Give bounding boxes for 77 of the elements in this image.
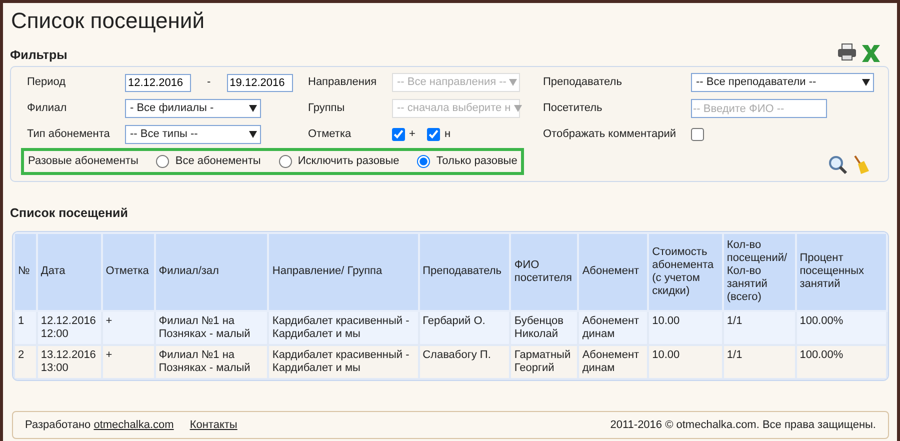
checkbox-label: н (444, 127, 451, 142)
field-label: Филиал (27, 101, 68, 116)
table-cell: + (102, 310, 155, 344)
table-cell: 2 (14, 344, 37, 378)
radio-label: Все абонементы (175, 154, 261, 169)
column-header: Абонемент (578, 232, 648, 310)
table-cell: Славабогу П. (418, 344, 510, 378)
field-label: Направления (308, 75, 378, 90)
table-cell: Абонемент динам (578, 310, 648, 344)
copyright-text: 2011-2016 © otmechalka.com. Все права защищены. (610, 418, 876, 432)
dropdown[interactable]: -- Все преподаватели -- (691, 73, 874, 92)
date-field[interactable]: 19.12.2016 (226, 74, 293, 92)
column-header: Преподаватель (418, 232, 510, 310)
table-cell: 1/1 (722, 310, 796, 344)
footer-text: Разработано (25, 418, 91, 430)
radio-label: Только разовые (436, 154, 518, 169)
column-header: Филиал/зал (154, 232, 268, 310)
table-cell: 100.00% (796, 310, 887, 344)
page-title: Список посещений (11, 7, 206, 35)
name-field[interactable]: -- Введите ФИО -- (691, 99, 827, 118)
date-field[interactable]: 12.12.2016 (125, 74, 191, 92)
checkbox[interactable] (691, 128, 704, 141)
caret-icon (509, 79, 518, 86)
field-label: Отображать комментарий (543, 127, 677, 142)
column-header: Кол-во посещений/ Кол-во занятий (всего) (722, 232, 796, 310)
printer-icon[interactable] (837, 43, 857, 61)
table-cell: 1/1 (722, 344, 796, 378)
column-header: Процент посещенных занятий (796, 232, 887, 310)
column-header: Направление/ Группа (268, 232, 419, 310)
field-label: Отметка (308, 127, 352, 142)
column-header: Дата (36, 232, 102, 310)
dropdown[interactable]: - Все филиалы - (125, 99, 261, 118)
table-cell: 100.00% (796, 344, 887, 378)
table-cell: 12.12.2016 12:00 (36, 310, 102, 344)
table-cell: Гербарий О. (418, 310, 510, 344)
radio-button[interactable] (417, 154, 430, 168)
column-header: Отметка (102, 232, 155, 310)
separator-text: - (207, 75, 211, 90)
radio-group-label: Разовые абонементы (28, 154, 138, 169)
field-label: Тип абонемента (27, 127, 111, 142)
radio-button[interactable] (278, 154, 292, 168)
dropdown[interactable]: -- Все типы -- (125, 125, 261, 144)
site-link[interactable]: otmechalka.com (94, 418, 174, 430)
table-cell: 13.12.2016 13:00 (36, 344, 102, 378)
table-cell: Кардибалет красивенный - Кардибалет и мы (268, 344, 419, 378)
section-heading: Список посещений (10, 206, 129, 220)
section-heading: Фильтры (10, 48, 68, 63)
contacts-link[interactable]: Контакты (190, 416, 238, 433)
caret-icon (249, 105, 257, 112)
column-header: ФИО посетителя (510, 232, 578, 310)
table-cell: Бубенцов Николай (510, 310, 578, 344)
caret-icon (862, 79, 870, 86)
radio-button[interactable] (156, 154, 170, 168)
column-header: № (14, 232, 37, 310)
table-cell: Филиал №1 на Позняках - малый (154, 344, 268, 378)
field-label: Группы (308, 101, 346, 116)
spreadsheet-icon[interactable] (861, 43, 881, 63)
checkbox[interactable] (392, 128, 405, 141)
caret-icon (514, 105, 522, 112)
table-cell: Филиал №1 на Позняках - малый (154, 310, 268, 344)
field-label: Посетитель (543, 101, 604, 116)
table-cell: + (102, 344, 155, 378)
search-icon[interactable] (828, 154, 848, 174)
table-cell: Гарматный Георгий (510, 344, 578, 378)
checkbox[interactable] (427, 128, 440, 141)
radio-label: Исключить разовые (298, 154, 400, 169)
field-label: Период (27, 75, 67, 90)
table-cell: Кардибалет красивенный - Кардибалет и мы (268, 310, 419, 344)
table-cell: 10.00 (648, 344, 723, 378)
checkbox-label: + (409, 127, 416, 142)
table-cell: 1 (14, 310, 37, 344)
caret-icon (249, 131, 257, 138)
column-header: Стоимость абонемента (с учетом скидки) (648, 232, 723, 310)
table-cell: 10.00 (648, 310, 723, 344)
field-label: Преподаватель (543, 75, 623, 90)
table-cell: Абонемент динам (578, 344, 648, 378)
broom-icon[interactable] (852, 154, 870, 174)
